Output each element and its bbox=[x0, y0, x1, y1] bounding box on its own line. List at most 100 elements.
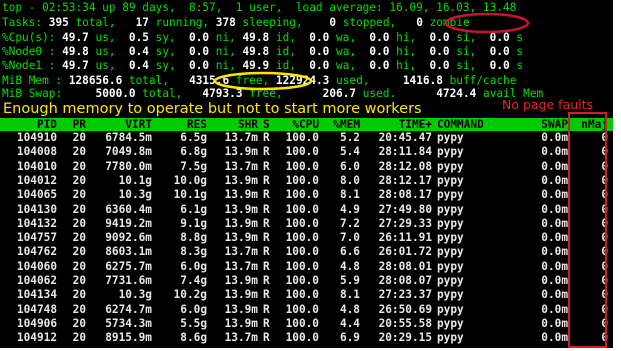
process-cmd: pypy bbox=[437, 173, 464, 187]
process-cpu: 100.0 bbox=[285, 316, 319, 330]
cpu-wa: 0.0 bbox=[309, 31, 330, 44]
process-row[interactable]: 104060 20 6275.7m 6.0g 13.7m R 100.0 4.8 28:08.0… bbox=[0, 260, 613, 273]
cpu-hi: 0.0 bbox=[369, 59, 390, 72]
process-cmd: pypy bbox=[437, 188, 464, 202]
process-swap: 0.0m bbox=[541, 159, 568, 173]
process-time: 27:49.80 bbox=[378, 202, 432, 216]
process-row[interactable]: 104008 20 7049.8m 6.8g 13.9m R 100.0 5.4 28:11.8… bbox=[0, 145, 613, 158]
swap-used-label: used. bbox=[362, 87, 397, 100]
col-header-pid[interactable]: PID bbox=[2, 118, 57, 131]
process-shr: 13.9m bbox=[224, 202, 258, 216]
process-mem: 8.1 bbox=[339, 188, 360, 202]
process-shr: 13.7m bbox=[224, 245, 258, 259]
process-row[interactable]: 104762 20 8603.1m 8.3g 13.7m R 100.0 6.6 26:01.7… bbox=[0, 245, 613, 258]
process-virt: 9419.2m bbox=[105, 216, 152, 230]
cpu-ni: 0.0 bbox=[189, 59, 210, 72]
process-time: 28:11.84 bbox=[378, 145, 432, 159]
process-mem: 4.4 bbox=[339, 316, 360, 330]
process-row[interactable]: 104065 20 10.3g 10.1g 13.9m R 100.0 8.1 28:08.17… bbox=[0, 188, 613, 201]
col-header-shr[interactable]: SHR bbox=[210, 118, 258, 131]
process-pid: 104065 bbox=[16, 188, 57, 202]
col-header-state[interactable]: S bbox=[263, 118, 273, 131]
process-s: R bbox=[263, 202, 270, 216]
process-pr: 20 bbox=[72, 173, 86, 187]
col-header-swap[interactable]: SWAP bbox=[520, 118, 568, 131]
terminal-window[interactable]: top - 02:53:34 up 89 days, 8:57, 1 user,… bbox=[0, 0, 613, 348]
process-shr: 13.9m bbox=[224, 288, 258, 302]
col-header-cpu[interactable]: %CPU bbox=[275, 118, 319, 131]
col-header-command[interactable]: COMMAND bbox=[437, 118, 497, 131]
swap-label: MiB Swap: bbox=[2, 87, 63, 100]
mem-free: 4315.6 bbox=[189, 74, 230, 87]
cpu-si: 0.0 bbox=[429, 59, 450, 72]
process-time: 26:50.69 bbox=[378, 302, 432, 316]
process-row[interactable]: 104906 20 5734.3m 5.5g 13.9m R 100.0 4.4 20:55.5… bbox=[0, 317, 613, 330]
process-cmd: pypy bbox=[437, 231, 464, 245]
tasks-zombie-label: zombie bbox=[429, 16, 470, 29]
process-pr: 20 bbox=[72, 145, 86, 159]
process-nmaj: 0 bbox=[601, 188, 608, 202]
process-nmaj: 0 bbox=[601, 131, 608, 144]
col-header-res[interactable]: RES bbox=[155, 118, 207, 131]
process-row[interactable]: 104132 20 9419.2m 9.1g 13.9m R 100.0 7.2 27:29.3… bbox=[0, 217, 613, 230]
process-nmaj: 0 bbox=[601, 202, 608, 216]
mem-label: MiB Mem : bbox=[2, 74, 63, 87]
process-row[interactable]: 104912 20 8915.9m 8.6g 13.7m R 100.0 6.9 20:29.1… bbox=[0, 331, 613, 344]
process-virt: 8603.1m bbox=[105, 245, 152, 259]
process-swap: 0.0m bbox=[541, 131, 568, 144]
process-s: R bbox=[263, 145, 270, 159]
mem-line: MiB Mem : 128656.6 total, 4315.6 free, 1… bbox=[2, 74, 516, 87]
tasks-sleeping-label: sleeping, bbox=[242, 16, 303, 29]
process-row[interactable]: 104757 20 9092.6m 8.8g 13.9m R 100.0 7.0 26:11.9… bbox=[0, 231, 613, 244]
process-s: R bbox=[263, 216, 270, 230]
mem-used: 122924.3 bbox=[275, 74, 330, 87]
process-pr: 20 bbox=[72, 131, 86, 144]
process-res: 6.0g bbox=[180, 259, 207, 273]
process-virt: 6784.5m bbox=[105, 131, 152, 144]
cpu-total-line: %Cpu(s): 49.7 us, 0.5 sy, 0.0 ni, 49.8 i… bbox=[2, 31, 524, 44]
process-pr: 20 bbox=[72, 316, 86, 330]
process-nmaj: 0 bbox=[601, 159, 608, 173]
process-row[interactable]: 104010 20 7780.0m 7.5g 13.7m R 100.0 6.0 28:12.0… bbox=[0, 160, 613, 173]
process-time: 28:12.17 bbox=[378, 173, 432, 187]
col-header-time[interactable]: TIME+ bbox=[370, 118, 432, 131]
swap-free: 4793.3 bbox=[202, 87, 243, 100]
process-cpu: 100.0 bbox=[285, 331, 319, 345]
cpu-st: 0.0 bbox=[489, 45, 510, 58]
col-header-virt[interactable]: VIRT bbox=[90, 118, 152, 131]
process-row[interactable]: 104130 20 6360.4m 6.1g 13.9m R 100.0 4.9 27:49.8… bbox=[0, 203, 613, 216]
tasks-stopped-label: stopped, bbox=[342, 16, 397, 29]
col-header-nmaj[interactable]: nMaj bbox=[574, 118, 608, 131]
process-s: R bbox=[263, 245, 270, 259]
process-row[interactable]: 104134 20 10.3g 10.2g 13.9m R 100.0 8.1 27:23.37… bbox=[0, 288, 613, 301]
page-faults-annotation: No page faults bbox=[502, 97, 594, 112]
process-cmd: pypy bbox=[437, 131, 464, 144]
process-row[interactable]: 104062 20 7731.6m 7.4g 13.9m R 100.0 5.9 28:08.0… bbox=[0, 274, 613, 287]
process-row[interactable]: 104012 20 10.1g 10.0g 13.9m R 100.0 8.0 28:12.17… bbox=[0, 174, 613, 187]
tasks-stopped: 0 bbox=[329, 16, 337, 29]
process-nmaj: 0 bbox=[601, 302, 608, 316]
process-nmaj: 0 bbox=[601, 245, 608, 259]
mem-free-label: free, bbox=[235, 74, 270, 87]
cpu-st-label: s bbox=[516, 31, 524, 44]
col-header-mem[interactable]: %MEM bbox=[318, 118, 360, 131]
cpu-us: 49.7 bbox=[62, 59, 89, 72]
col-header-pr[interactable]: PR bbox=[62, 118, 86, 131]
process-swap: 0.0m bbox=[541, 202, 568, 216]
process-res: 8.3g bbox=[180, 245, 207, 259]
cpu-node0-line: %Node0 : 49.8 us, 0.4 sy, 0.0 ni, 49.8 i… bbox=[2, 45, 524, 58]
memory-annotation: Enough memory to operate but not to star… bbox=[3, 101, 422, 117]
cpu-sy: 0.4 bbox=[128, 45, 149, 58]
process-row[interactable]: 104910 20 6784.5m 6.5g 13.7m R 100.0 5.2 20:45.4… bbox=[0, 131, 613, 144]
process-swap: 0.0m bbox=[541, 145, 568, 159]
process-mem: 4.8 bbox=[339, 302, 360, 316]
process-swap: 0.0m bbox=[541, 302, 568, 316]
process-pr: 20 bbox=[72, 302, 86, 316]
process-res: 6.1g bbox=[180, 202, 207, 216]
column-header-bar: PID PR VIRT RES SHR S %CPU %MEM TIME+ CO… bbox=[0, 118, 613, 131]
process-row[interactable]: 104748 20 6274.7m 6.0g 13.9m R 100.0 4.8 26:50.6… bbox=[0, 303, 613, 316]
process-cmd: pypy bbox=[437, 302, 464, 316]
cpu-label: %Cpu(s): bbox=[2, 31, 56, 44]
process-cpu: 100.0 bbox=[285, 216, 319, 230]
process-shr: 13.9m bbox=[224, 188, 258, 202]
